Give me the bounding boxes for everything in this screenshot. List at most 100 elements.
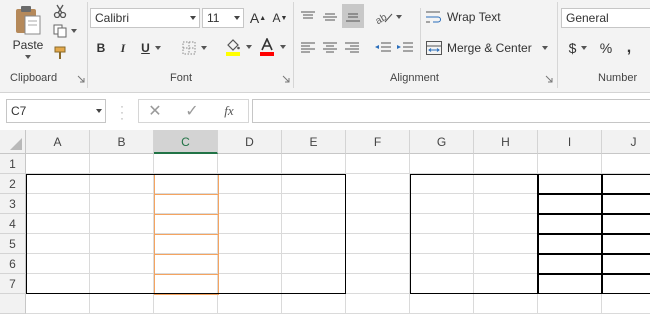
cell[interactable] [538, 294, 602, 314]
font-color-icon [259, 38, 274, 56]
increase-font-size-button[interactable]: A ▲ [249, 8, 267, 28]
paste-dropdown-icon [25, 54, 31, 59]
cell[interactable] [602, 294, 650, 314]
bottom-align-button[interactable] [342, 4, 364, 28]
paste-button[interactable]: Paste [8, 2, 48, 60]
wrap-text-button[interactable]: Wrap Text [426, 6, 506, 28]
cell[interactable] [282, 294, 346, 314]
font-group-label: Font [170, 72, 193, 84]
cell[interactable] [26, 294, 90, 314]
merge-center-button[interactable]: Merge & Center [426, 38, 552, 58]
cell[interactable] [346, 234, 410, 254]
cancel-formula-button[interactable]: ✕ [140, 99, 170, 123]
cell[interactable] [538, 154, 602, 174]
cell[interactable] [346, 294, 410, 314]
row-header[interactable]: 3 [0, 194, 26, 214]
bold-button[interactable]: B [92, 38, 110, 58]
chevron-down-icon [96, 109, 102, 113]
enter-formula-button[interactable]: ✓ [177, 99, 207, 123]
align-left-icon [301, 42, 315, 53]
cell[interactable] [90, 294, 154, 314]
cell[interactable] [346, 174, 410, 194]
row-header[interactable]: 1 [0, 154, 26, 174]
format-painter-button[interactable] [50, 44, 70, 62]
currency-button[interactable]: $ [563, 38, 593, 58]
cell[interactable] [282, 154, 346, 174]
font-name-combo[interactable]: Calibri [90, 8, 200, 28]
cell[interactable] [90, 154, 154, 174]
middle-align-button[interactable] [320, 6, 340, 28]
cell[interactable] [346, 154, 410, 174]
borders-icon [182, 41, 195, 55]
separator [557, 2, 558, 88]
cell[interactable] [602, 154, 650, 174]
percent-button[interactable]: % [597, 38, 615, 58]
wrap-text-icon [426, 11, 441, 23]
cut-button[interactable] [50, 2, 70, 20]
paste-icon [16, 5, 41, 34]
row-header[interactable]: 6 [0, 254, 26, 274]
column-header-e[interactable]: E [282, 130, 346, 154]
clipboard-launcher-icon[interactable] [77, 75, 85, 83]
column-header-i[interactable]: I [538, 130, 602, 154]
cell[interactable] [346, 254, 410, 274]
row-header[interactable]: 7 [0, 274, 26, 294]
number-format-combo[interactable]: General [561, 8, 650, 28]
decrease-font-size-button[interactable]: A ▼ [271, 8, 289, 28]
chevron-down-icon [279, 45, 286, 49]
top-align-button[interactable] [298, 6, 318, 28]
font-color-button[interactable] [256, 36, 288, 58]
orientation-button[interactable]: ab [373, 6, 403, 28]
cell[interactable] [218, 294, 282, 314]
underline-button[interactable]: U [136, 38, 166, 58]
cell[interactable] [154, 154, 218, 174]
cell[interactable] [346, 274, 410, 294]
borders-button[interactable] [178, 38, 210, 58]
align-left-button[interactable] [298, 38, 318, 58]
row-header[interactable]: 5 [0, 234, 26, 254]
decrease-indent-button[interactable] [373, 38, 393, 58]
row-header[interactable]: 2 [0, 174, 26, 194]
align-center-button[interactable] [320, 38, 340, 58]
cell[interactable] [474, 154, 538, 174]
font-size-combo[interactable]: 11 [202, 8, 244, 28]
align-right-button[interactable] [342, 38, 362, 58]
column-header-c[interactable]: C [154, 130, 218, 154]
insert-function-button[interactable]: fx [214, 99, 244, 123]
separator [87, 2, 88, 88]
italic-button[interactable]: I [114, 38, 132, 58]
percent-label: % [599, 40, 613, 56]
column-header-j[interactable]: J [602, 130, 650, 154]
fill-bucket-icon [225, 39, 240, 56]
cell[interactable] [346, 214, 410, 234]
worksheet-grid[interactable]: ABCDEFGHIJ 1234567 [0, 130, 650, 314]
bordered-range-g-h [410, 174, 538, 294]
column-header-f[interactable]: F [346, 130, 410, 154]
select-all-button[interactable] [0, 130, 26, 154]
cell[interactable] [346, 194, 410, 214]
copy-button[interactable] [50, 22, 80, 40]
cell[interactable] [218, 154, 282, 174]
cell[interactable] [26, 154, 90, 174]
cell[interactable] [410, 294, 474, 314]
formula-input[interactable] [252, 99, 650, 123]
bordered-cell-i [538, 234, 602, 254]
cell[interactable] [410, 154, 474, 174]
cell[interactable] [474, 294, 538, 314]
row-header[interactable] [0, 294, 26, 314]
column-header-h[interactable]: H [474, 130, 538, 154]
decrease-indent-icon [375, 42, 391, 52]
font-launcher-icon[interactable] [282, 75, 290, 83]
fill-color-button[interactable] [222, 36, 254, 58]
comma-style-button[interactable]: , [620, 38, 638, 58]
column-header-a[interactable]: A [26, 130, 90, 154]
column-header-b[interactable]: B [90, 130, 154, 154]
column-header-g[interactable]: G [410, 130, 474, 154]
increase-indent-button[interactable] [395, 38, 415, 58]
cell[interactable] [154, 294, 218, 314]
font-name-value: Calibri [95, 11, 130, 25]
column-header-d[interactable]: D [218, 130, 282, 154]
alignment-launcher-icon[interactable] [545, 75, 553, 83]
row-header[interactable]: 4 [0, 214, 26, 234]
name-box[interactable]: C7 [6, 99, 106, 123]
